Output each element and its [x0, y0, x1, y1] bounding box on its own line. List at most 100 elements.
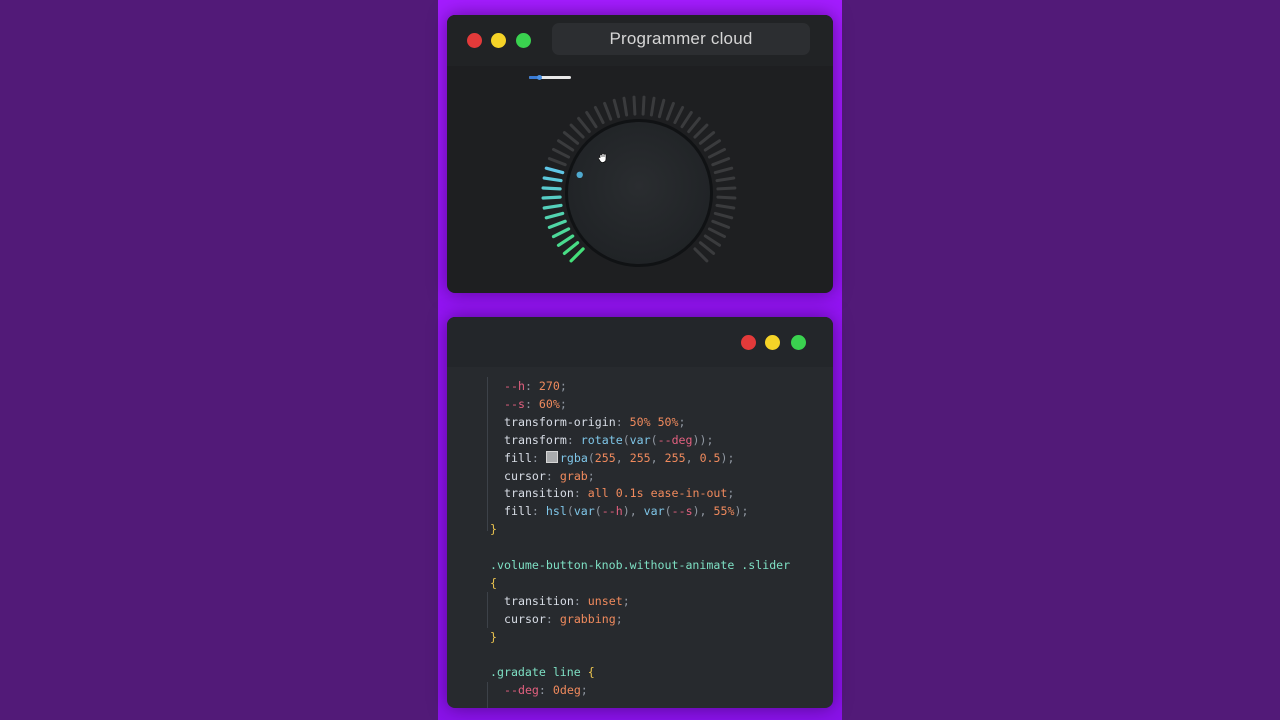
knob-tick [711, 157, 731, 167]
knob-tick [698, 131, 716, 145]
code-token: transition [504, 593, 574, 608]
indent-guide [487, 377, 488, 531]
code-token: ; [727, 486, 735, 501]
code-token: } [490, 629, 497, 644]
code-token: hsl [545, 504, 567, 519]
code-area[interactable]: --h: 270; --s: 60%; transform-origin: 50% … [447, 367, 833, 708]
code-token: .volume-button-knob.without-animate .sli… [490, 558, 791, 572]
minimize-button[interactable] [491, 33, 506, 48]
code-token: : [615, 414, 630, 429]
code-token: } [490, 522, 497, 537]
code-token: 0.5 [699, 450, 721, 465]
knob-tick [622, 96, 629, 117]
code-token: : [545, 468, 560, 483]
grab-hand-icon [598, 153, 607, 163]
knob-tick-active [542, 176, 563, 183]
code-token: : [566, 432, 581, 447]
knob-tick [569, 123, 585, 139]
knob-tick [557, 139, 575, 152]
knob-tick [680, 111, 693, 129]
indent-guide [487, 592, 488, 628]
code-token: transition [504, 486, 574, 501]
knob-tick [707, 227, 726, 239]
code-token: : [545, 611, 560, 626]
code-token: )); [692, 432, 714, 447]
knob-tick [703, 234, 721, 247]
preview-titlebar: Programmer cloud [447, 15, 833, 66]
code-token: var [573, 504, 595, 519]
code-token: ; [580, 683, 588, 698]
code-token: : [524, 379, 539, 393]
volume-knob[interactable] [568, 122, 710, 264]
code-token: --deg [504, 683, 539, 698]
code-token: ; [615, 611, 623, 626]
knob-tick-active [551, 227, 571, 239]
code-line: { [490, 574, 497, 592]
knob-tick-active [541, 186, 562, 191]
maximize-button[interactable] [516, 33, 531, 48]
code-token: unset [587, 593, 623, 608]
knob-tick [657, 98, 666, 119]
code-token: 50% 50% [629, 414, 679, 429]
knob-tick [715, 176, 736, 183]
code-token: all 0.1s ease-in-out [587, 486, 728, 501]
code-editor-window: --h: 270; --s: 60%; transform-origin: 50% … [447, 317, 833, 708]
code-line: .gradate line { [490, 663, 595, 681]
knob-tick [665, 101, 675, 121]
code-token: rotate [580, 432, 623, 447]
knob-tick-active [544, 166, 565, 175]
code-token: ; [587, 468, 595, 483]
code-token: , [615, 450, 630, 465]
preview-window: Programmer cloud [447, 15, 833, 293]
close-button[interactable] [467, 33, 482, 48]
code-token: { [587, 665, 595, 680]
knob-tick [716, 195, 737, 200]
backdrop-left [0, 0, 438, 720]
window-title: Programmer cloud [552, 23, 810, 55]
code-line: transition: unset; [504, 592, 630, 610]
knob-tick [612, 98, 621, 119]
backdrop-right [842, 0, 1280, 720]
knob-indicator-dot [576, 171, 583, 178]
knob-tick [552, 147, 571, 159]
code-token: --deg [657, 432, 693, 447]
code-token: var [643, 504, 665, 519]
code-token: cursor [504, 468, 546, 483]
code-line: } [490, 628, 497, 646]
knob-tick [693, 123, 709, 139]
knob-tick [562, 131, 580, 145]
knob-tick [707, 147, 726, 159]
code-line: cursor: grabbing; [504, 610, 623, 628]
knob-tick [713, 166, 734, 175]
code-line: cursor: grab; [504, 467, 595, 485]
code-token: : [524, 396, 539, 411]
knob-tick [703, 139, 721, 152]
knob-tick [687, 116, 701, 134]
code-token: : [573, 486, 588, 501]
code-token: transform [504, 432, 567, 447]
close-button[interactable] [741, 335, 756, 350]
code-token: 255 [664, 450, 686, 465]
knob-tick [641, 95, 646, 116]
volume-knob-graphic [541, 95, 737, 267]
code-token: rgba [559, 450, 588, 465]
code-line: .volume-button-knob.without-animate .sli… [490, 556, 790, 574]
code-token: --h [504, 379, 525, 393]
code-token: ; [559, 396, 567, 411]
knob-tick-active [562, 241, 580, 255]
knob-tick-active [547, 219, 567, 229]
knob-tick [715, 203, 736, 210]
maximize-button[interactable] [791, 335, 806, 350]
code-token: : [573, 593, 588, 608]
code-line: --s: 60%; [504, 395, 567, 413]
code-token: ), [692, 504, 714, 519]
code-token: 60% [538, 396, 560, 411]
knob-tick [649, 96, 656, 117]
code-token: ( [566, 504, 574, 519]
indent-guide [487, 682, 488, 708]
knob-tick [698, 241, 716, 255]
code-line: fill: hsl(var(--h), var(--s), 55%); [504, 502, 748, 520]
code-token: 270 [538, 379, 560, 393]
code-token: , [650, 450, 665, 465]
minimize-button[interactable] [765, 335, 780, 350]
